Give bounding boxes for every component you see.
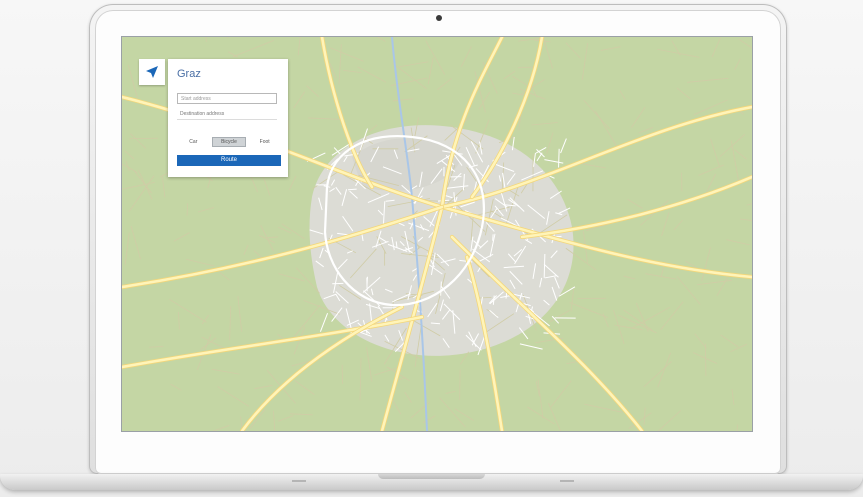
destination-address-field[interactable]: Destination address [177, 109, 277, 120]
panel-title: Graz [177, 68, 201, 80]
route-panel: Graz Start address Destination address C… [168, 59, 288, 177]
mode-car[interactable]: Car [177, 137, 210, 147]
navigation-arrow-icon [146, 66, 158, 78]
transport-mode-selector: Car Bicycle Foot [177, 137, 281, 147]
route-button[interactable]: Route [177, 155, 281, 166]
start-address-field[interactable]: Start address [177, 93, 277, 104]
mode-foot[interactable]: Foot [248, 137, 281, 147]
laptop-foot-right [560, 480, 574, 482]
mode-bicycle[interactable]: Bicycle [211, 137, 247, 147]
webcam-icon [436, 15, 442, 21]
laptop-opening-notch [378, 474, 485, 479]
navigation-button[interactable] [139, 59, 165, 85]
laptop-foot-left [292, 480, 306, 482]
laptop-screen: Graz Start address Destination address C… [122, 37, 752, 431]
